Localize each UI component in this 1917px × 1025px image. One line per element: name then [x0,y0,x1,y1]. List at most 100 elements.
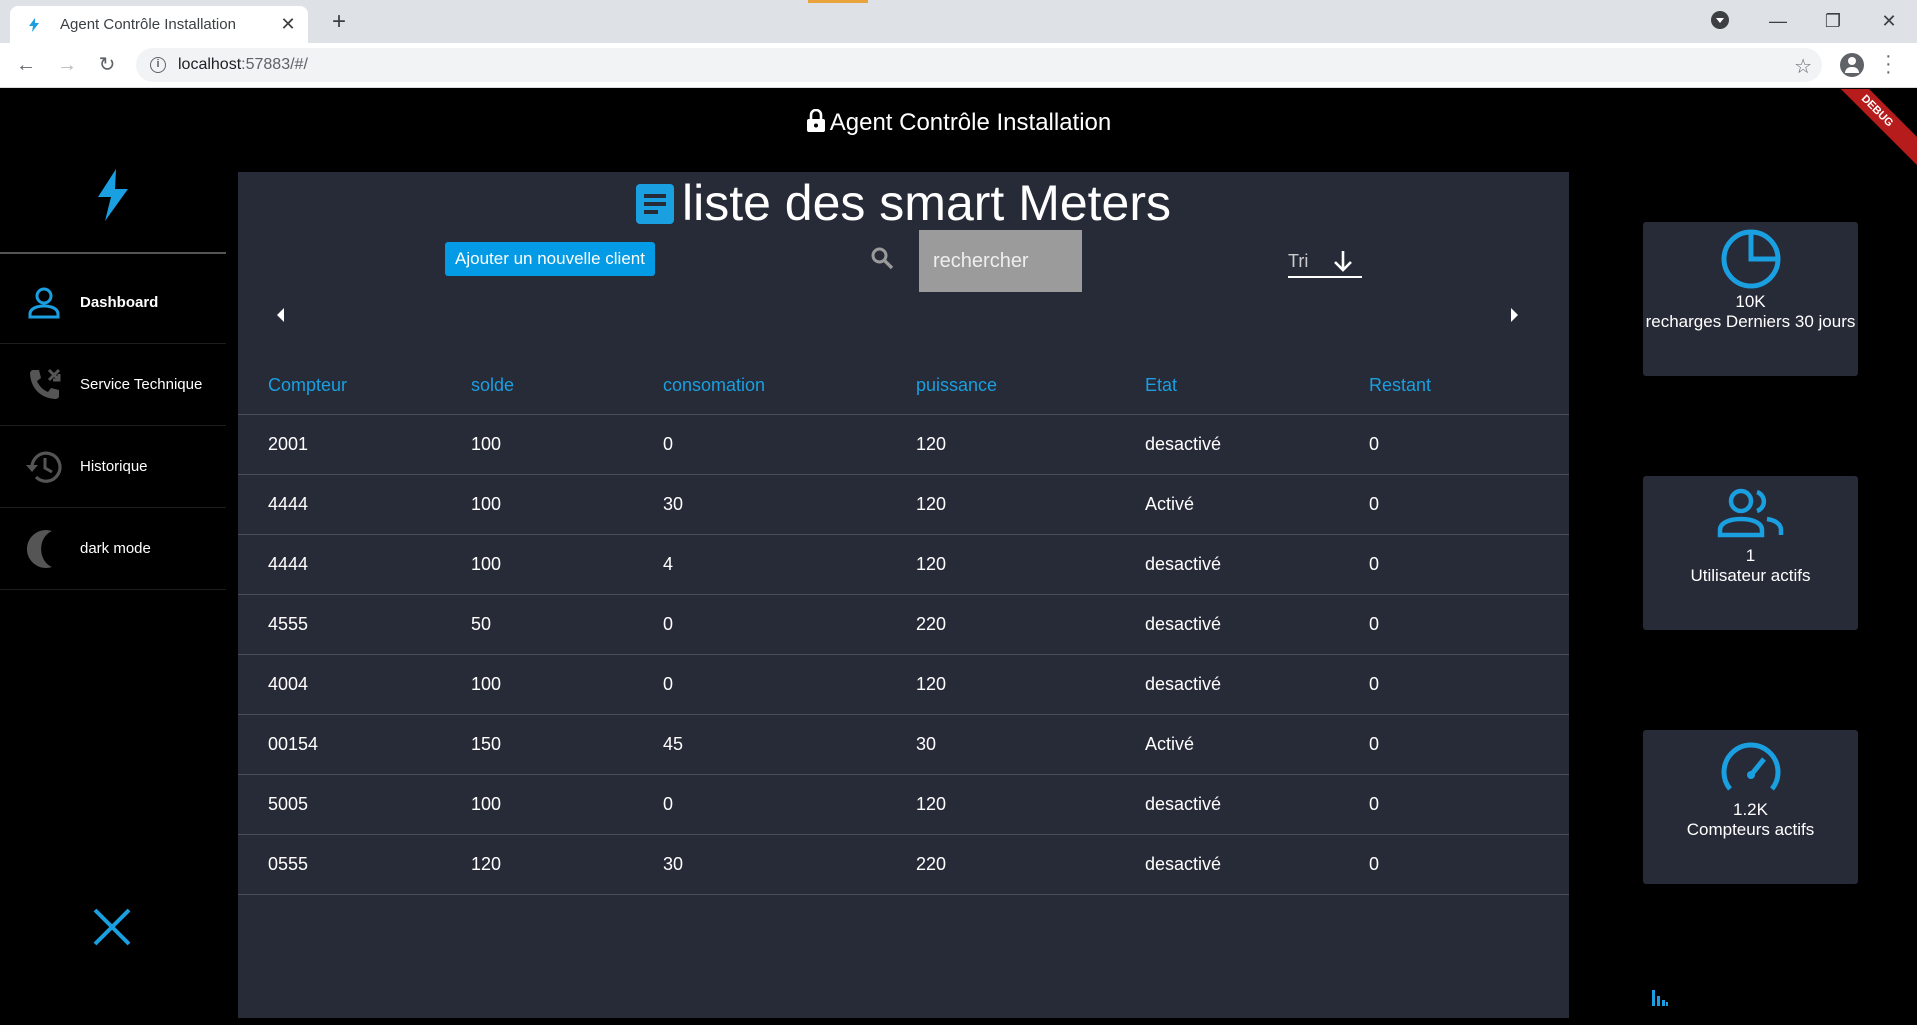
cell-solde: 100 [471,534,663,595]
stat-value: 1.2K [1733,800,1768,819]
stat-card-meters: 1.2K Compteurs actifs [1643,730,1858,884]
stat-value: 1 [1745,546,1756,565]
address-bar[interactable]: i localhost:57883/#/ ☆ [136,48,1822,82]
sort-dropdown[interactable]: Tri [1288,246,1362,278]
stat-label: Utilisateur actifs [1690,566,1811,585]
add-client-button[interactable]: Ajouter un nouvelle client [445,242,655,276]
cell-consomation: 4 [663,534,916,595]
sidebar-item-label: Dashboard [80,294,159,311]
search-icon [871,247,894,270]
site-info-icon[interactable]: i [150,57,166,73]
cell-solde: 100 [471,774,663,835]
app-root: Agent Contrôle Installation DEBUG Dashbo… [0,89,1917,1025]
column-header-compteur[interactable]: Compteur [238,357,471,415]
cell-etat: desactivé [1145,774,1369,835]
speedometer-icon [1721,742,1780,791]
close-icon[interactable] [92,907,132,947]
table-row[interactable]: 4555 50 0 220 desactivé 0 [238,594,1569,655]
person-icon [24,283,64,323]
stat-card-users: 1 Utilisateur actifs [1643,476,1858,630]
sidebar-item-label: Historique [80,458,148,475]
cell-etat: desactivé [1145,834,1369,895]
lock-icon [806,109,825,132]
column-header-solde[interactable]: solde [471,357,663,415]
minimize-button[interactable]: — [1763,8,1793,34]
cell-solde: 120 [471,834,663,895]
cell-solde: 50 [471,594,663,655]
cell-consomation: 0 [663,774,916,835]
column-header-consomation[interactable]: consomation [663,357,916,415]
cell-restant: 0 [1369,654,1569,715]
search-input[interactable] [919,230,1082,292]
forward-button[interactable]: → [53,51,81,79]
table-row[interactable]: 2001 100 0 120 desactivé 0 [238,414,1569,475]
column-header-restant[interactable]: Restant [1369,357,1569,415]
app-header: Agent Contrôle Installation [0,109,1917,137]
meters-table: Compteur solde consomation puissance Eta… [238,357,1569,895]
table-row[interactable]: 4004 100 0 120 desactivé 0 [238,654,1569,715]
stat-label: Compteurs actifs [1686,820,1815,839]
sidebar-item-service-technique[interactable]: Service Technique [0,344,226,426]
table-row[interactable]: 0555 120 30 220 desactivé 0 [238,834,1569,895]
stat-label: recharges Derniers 30 jours [1645,312,1856,331]
reload-button[interactable]: ↻ [93,51,121,79]
close-window-button[interactable]: ✕ [1874,8,1904,34]
pie-chart-icon [1721,229,1780,289]
cell-puissance: 220 [916,834,1145,895]
restore-button[interactable]: ❐ [1818,8,1848,34]
cell-solde: 100 [471,414,663,475]
sidebar-item-dark-mode[interactable]: dark mode [0,508,226,590]
cell-compteur: 4555 [238,594,471,655]
bookmark-star-icon[interactable]: ☆ [1794,54,1812,79]
scroll-right-arrow-icon[interactable] [1511,308,1518,322]
cell-consomation: 30 [663,474,916,535]
cell-puissance: 120 [916,654,1145,715]
cell-puissance: 120 [916,414,1145,475]
browser-menu-icon[interactable]: · · · [1885,46,1892,82]
sidebar-item-dashboard[interactable]: Dashboard [0,262,226,344]
bar-chart-icon[interactable] [1651,988,1669,1006]
stat-value: 10K [1735,292,1766,311]
column-header-puissance[interactable]: puissance [916,357,1145,415]
cell-compteur: 4004 [238,654,471,715]
table-row[interactable]: 00154 150 45 30 Activé 0 [238,714,1569,775]
sort-label: Tri [1288,250,1309,271]
cell-restant: 0 [1369,714,1569,775]
cell-restant: 0 [1369,474,1569,535]
url-host: localhost [178,56,242,73]
cell-compteur: 00154 [238,714,471,775]
sidebar: Dashboard Service Technique Historique d… [0,139,226,1025]
cell-puissance: 220 [916,594,1145,655]
cell-etat: desactivé [1145,654,1369,715]
document-list-icon [635,184,674,224]
users-icon [1717,488,1783,538]
scroll-left-arrow-icon[interactable] [277,308,284,322]
cell-consomation: 30 [663,834,916,895]
table-row[interactable]: 5005 100 0 120 desactivé 0 [238,774,1569,835]
url-path: :57883/#/ [241,56,308,73]
account-icon[interactable] [1840,53,1864,77]
browser-toolbar: ← → ↻ i localhost:57883/#/ ☆ [0,43,1917,88]
history-icon [24,447,64,487]
cell-compteur: 2001 [238,414,471,475]
cell-etat: Activé [1145,714,1369,775]
browser-tab[interactable]: Agent Contrôle Installation ✕ [10,6,308,43]
table-row[interactable]: 4444 100 30 120 Activé 0 [238,474,1569,535]
cell-etat: desactivé [1145,534,1369,595]
table-header-row: Compteur solde consomation puissance Eta… [238,357,1569,415]
cell-etat: Activé [1145,474,1369,535]
table-row[interactable]: 4444 100 4 120 desactivé 0 [238,534,1569,595]
cell-restant: 0 [1369,774,1569,835]
new-tab-button[interactable]: + [325,8,353,36]
tab-search-icon[interactable] [1711,11,1729,29]
sidebar-item-historique[interactable]: Historique [0,426,226,508]
cell-solde: 150 [471,714,663,775]
cell-consomation: 0 [663,654,916,715]
column-header-etat[interactable]: Etat [1145,357,1369,415]
sidebar-divider [0,252,226,254]
tab-close-icon[interactable]: ✕ [278,14,298,35]
cell-compteur: 0555 [238,834,471,895]
back-button[interactable]: ← [12,51,40,79]
meters-panel: liste des smart Meters Ajouter un nouvel… [238,172,1569,1018]
cell-puissance: 30 [916,714,1145,775]
